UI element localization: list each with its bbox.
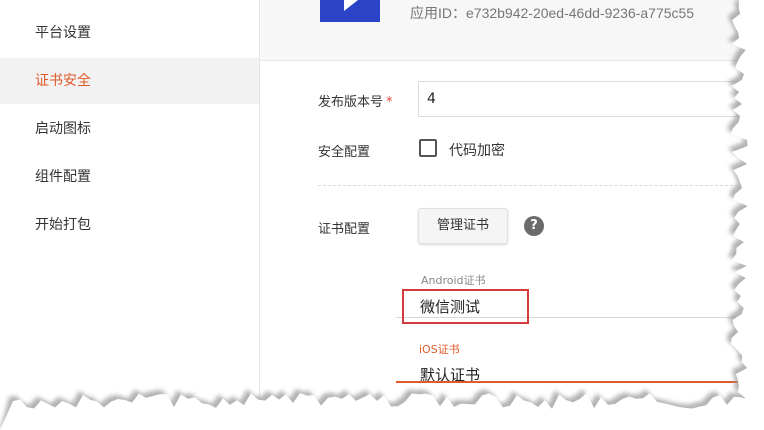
torn-edge-overlay (0, 0, 764, 430)
